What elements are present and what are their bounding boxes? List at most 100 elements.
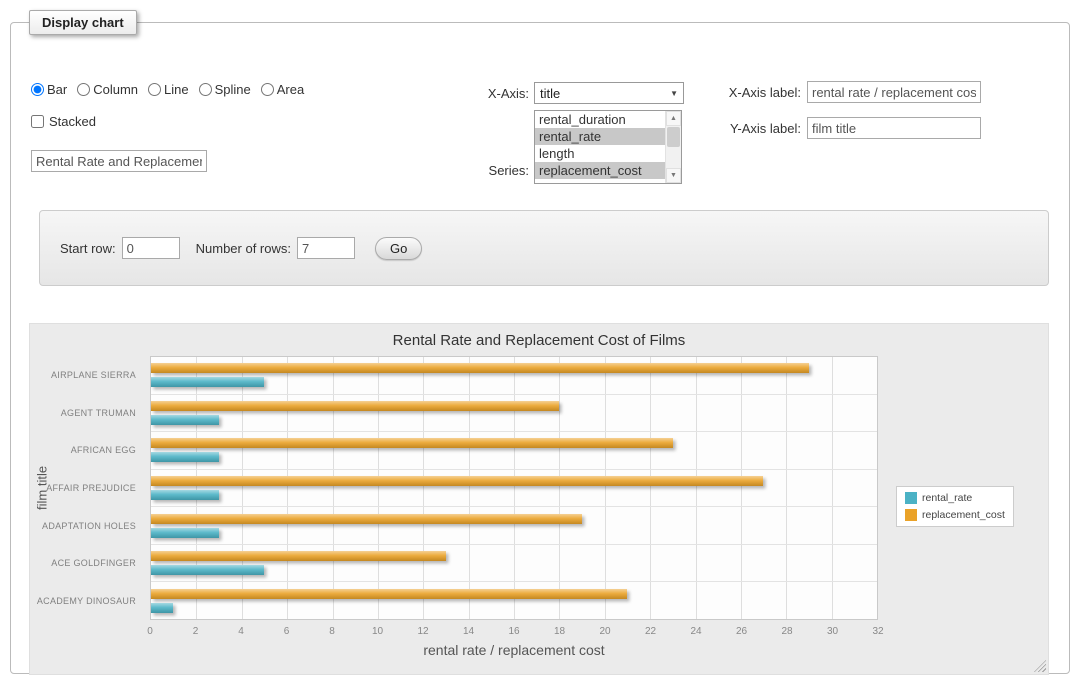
x-axis-label-input[interactable] bbox=[807, 81, 981, 103]
bar-rental_rate bbox=[151, 377, 264, 387]
y-axis-label-row: Y-Axis label: bbox=[689, 117, 981, 139]
x-axis-ticks: 02468101214161820222426283032 bbox=[150, 626, 878, 640]
x-tick-label: 2 bbox=[193, 626, 199, 637]
fieldset-legend: Display chart bbox=[29, 10, 137, 35]
start-row-label: Start row: bbox=[60, 241, 116, 256]
bar-rental_rate bbox=[151, 603, 173, 613]
bar-replacement_cost bbox=[151, 363, 809, 373]
bar-rental_rate bbox=[151, 415, 219, 425]
legend-entries: rental_rate replacement_cost bbox=[905, 492, 1005, 521]
chart-legend: rental_rate replacement_cost bbox=[896, 486, 1014, 527]
radio-label: Bar bbox=[47, 82, 67, 97]
legend-entry: replacement_cost bbox=[905, 509, 1005, 521]
radio-area[interactable] bbox=[261, 83, 274, 96]
chart-x-axis-title: rental rate / replacement cost bbox=[150, 642, 878, 658]
x-tick-label: 26 bbox=[736, 626, 747, 637]
legend-swatch bbox=[905, 509, 917, 521]
bar-replacement_cost bbox=[151, 589, 627, 599]
radio-bar[interactable] bbox=[31, 83, 44, 96]
category-label: ACADEMY DINOSAUR bbox=[30, 582, 144, 620]
chart-type-radio-group: Bar Column Line Spline Area bbox=[31, 82, 304, 97]
bar-replacement_cost bbox=[151, 551, 446, 561]
x-axis-row: X-Axis: title ▼ bbox=[389, 82, 684, 104]
series-options: rental_durationrental_ratelengthreplacem… bbox=[535, 111, 665, 183]
category-label: ACE GOLDFINGER bbox=[30, 545, 144, 583]
x-tick-label: 24 bbox=[690, 626, 701, 637]
category-row bbox=[151, 470, 877, 508]
category-label: ADAPTATION HOLES bbox=[30, 507, 144, 545]
category-label: AGENT TRUMAN bbox=[30, 394, 144, 432]
y-axis-label-input[interactable] bbox=[807, 117, 981, 139]
bar-replacement_cost bbox=[151, 476, 763, 486]
chart-title-input[interactable] bbox=[31, 150, 207, 172]
bar-replacement_cost bbox=[151, 401, 559, 411]
series-option-replacement_cost[interactable]: replacement_cost bbox=[535, 162, 665, 179]
legend-swatch bbox=[905, 492, 917, 504]
category-label: AIRPLANE SIERRA bbox=[30, 356, 144, 394]
radio-spline[interactable] bbox=[199, 83, 212, 96]
radio-label: Area bbox=[277, 82, 304, 97]
plot-rows bbox=[151, 357, 877, 619]
x-tick-label: 12 bbox=[417, 626, 428, 637]
listbox-scrollbar[interactable]: ▲ ▼ bbox=[665, 111, 681, 183]
series-listbox[interactable]: rental_durationrental_ratelengthreplacem… bbox=[534, 110, 682, 184]
go-button[interactable]: Go bbox=[375, 237, 422, 260]
legend-label: replacement_cost bbox=[922, 509, 1005, 521]
category-row bbox=[151, 545, 877, 583]
chart-title: Rental Rate and Replacement Cost of Film… bbox=[30, 332, 1048, 349]
scroll-down-icon[interactable]: ▼ bbox=[666, 168, 681, 183]
radio-label: Line bbox=[164, 82, 189, 97]
bar-rental_rate bbox=[151, 490, 219, 500]
select-dropdown-arrow-icon: ▼ bbox=[670, 89, 678, 98]
stacked-label: Stacked bbox=[49, 114, 96, 129]
chart-type-radio-column[interactable]: Column bbox=[77, 82, 138, 97]
category-label: AFRICAN EGG bbox=[30, 431, 144, 469]
series-option-length[interactable]: length bbox=[535, 145, 665, 162]
y-axis-label-field-label: Y-Axis label: bbox=[689, 121, 801, 136]
chart-type-radio-area[interactable]: Area bbox=[261, 82, 304, 97]
chart-type-radio-line[interactable]: Line bbox=[148, 82, 189, 97]
series-row: Series: rental_durationrental_ratelength… bbox=[389, 110, 682, 184]
num-rows-input[interactable] bbox=[297, 237, 355, 259]
bar-replacement_cost bbox=[151, 514, 582, 524]
radio-label: Spline bbox=[215, 82, 251, 97]
x-tick-label: 0 bbox=[147, 626, 153, 637]
legend-label: rental_rate bbox=[922, 492, 972, 504]
scrollbar-track[interactable] bbox=[666, 148, 681, 168]
start-row-input[interactable] bbox=[122, 237, 180, 259]
radio-column[interactable] bbox=[77, 83, 90, 96]
x-tick-label: 18 bbox=[554, 626, 565, 637]
category-row bbox=[151, 432, 877, 470]
chart-type-radio-spline[interactable]: Spline bbox=[199, 82, 251, 97]
x-tick-label: 8 bbox=[329, 626, 335, 637]
chart-type-radio-bar[interactable]: Bar bbox=[31, 82, 67, 97]
num-rows-label: Number of rows: bbox=[196, 241, 291, 256]
legend-entry: rental_rate bbox=[905, 492, 1005, 504]
x-tick-label: 22 bbox=[645, 626, 656, 637]
category-labels: AIRPLANE SIERRAAGENT TRUMANAFRICAN EGGAF… bbox=[30, 356, 144, 620]
scroll-up-icon[interactable]: ▲ bbox=[666, 111, 681, 126]
stacked-checkbox-row[interactable]: Stacked bbox=[31, 114, 96, 129]
radio-line[interactable] bbox=[148, 83, 161, 96]
bar-rental_rate bbox=[151, 452, 219, 462]
display-chart-fieldset: Display chart Bar Column Line Spline Area St… bbox=[10, 10, 1070, 674]
resize-handle-icon[interactable] bbox=[1034, 660, 1046, 672]
category-row bbox=[151, 357, 877, 395]
x-axis-select[interactable]: title ▼ bbox=[534, 82, 684, 104]
scrollbar-thumb[interactable] bbox=[667, 127, 680, 147]
category-row bbox=[151, 582, 877, 619]
x-tick-label: 10 bbox=[372, 626, 383, 637]
x-tick-label: 20 bbox=[599, 626, 610, 637]
stacked-checkbox[interactable] bbox=[31, 115, 44, 128]
x-axis-label-field-label: X-Axis label: bbox=[689, 85, 801, 100]
x-axis-label-row: X-Axis label: bbox=[689, 81, 981, 103]
series-option-rental_rate[interactable]: rental_rate bbox=[535, 128, 665, 145]
category-row bbox=[151, 395, 877, 433]
x-axis-selected-value: title bbox=[540, 86, 560, 101]
bar-rental_rate bbox=[151, 565, 264, 575]
x-tick-label: 4 bbox=[238, 626, 244, 637]
bar-rental_rate bbox=[151, 528, 219, 538]
category-label: AFFAIR PREJUDICE bbox=[30, 469, 144, 507]
row-range-panel: Start row: Number of rows: Go bbox=[39, 210, 1049, 286]
series-option-rental_duration[interactable]: rental_duration bbox=[535, 111, 665, 128]
